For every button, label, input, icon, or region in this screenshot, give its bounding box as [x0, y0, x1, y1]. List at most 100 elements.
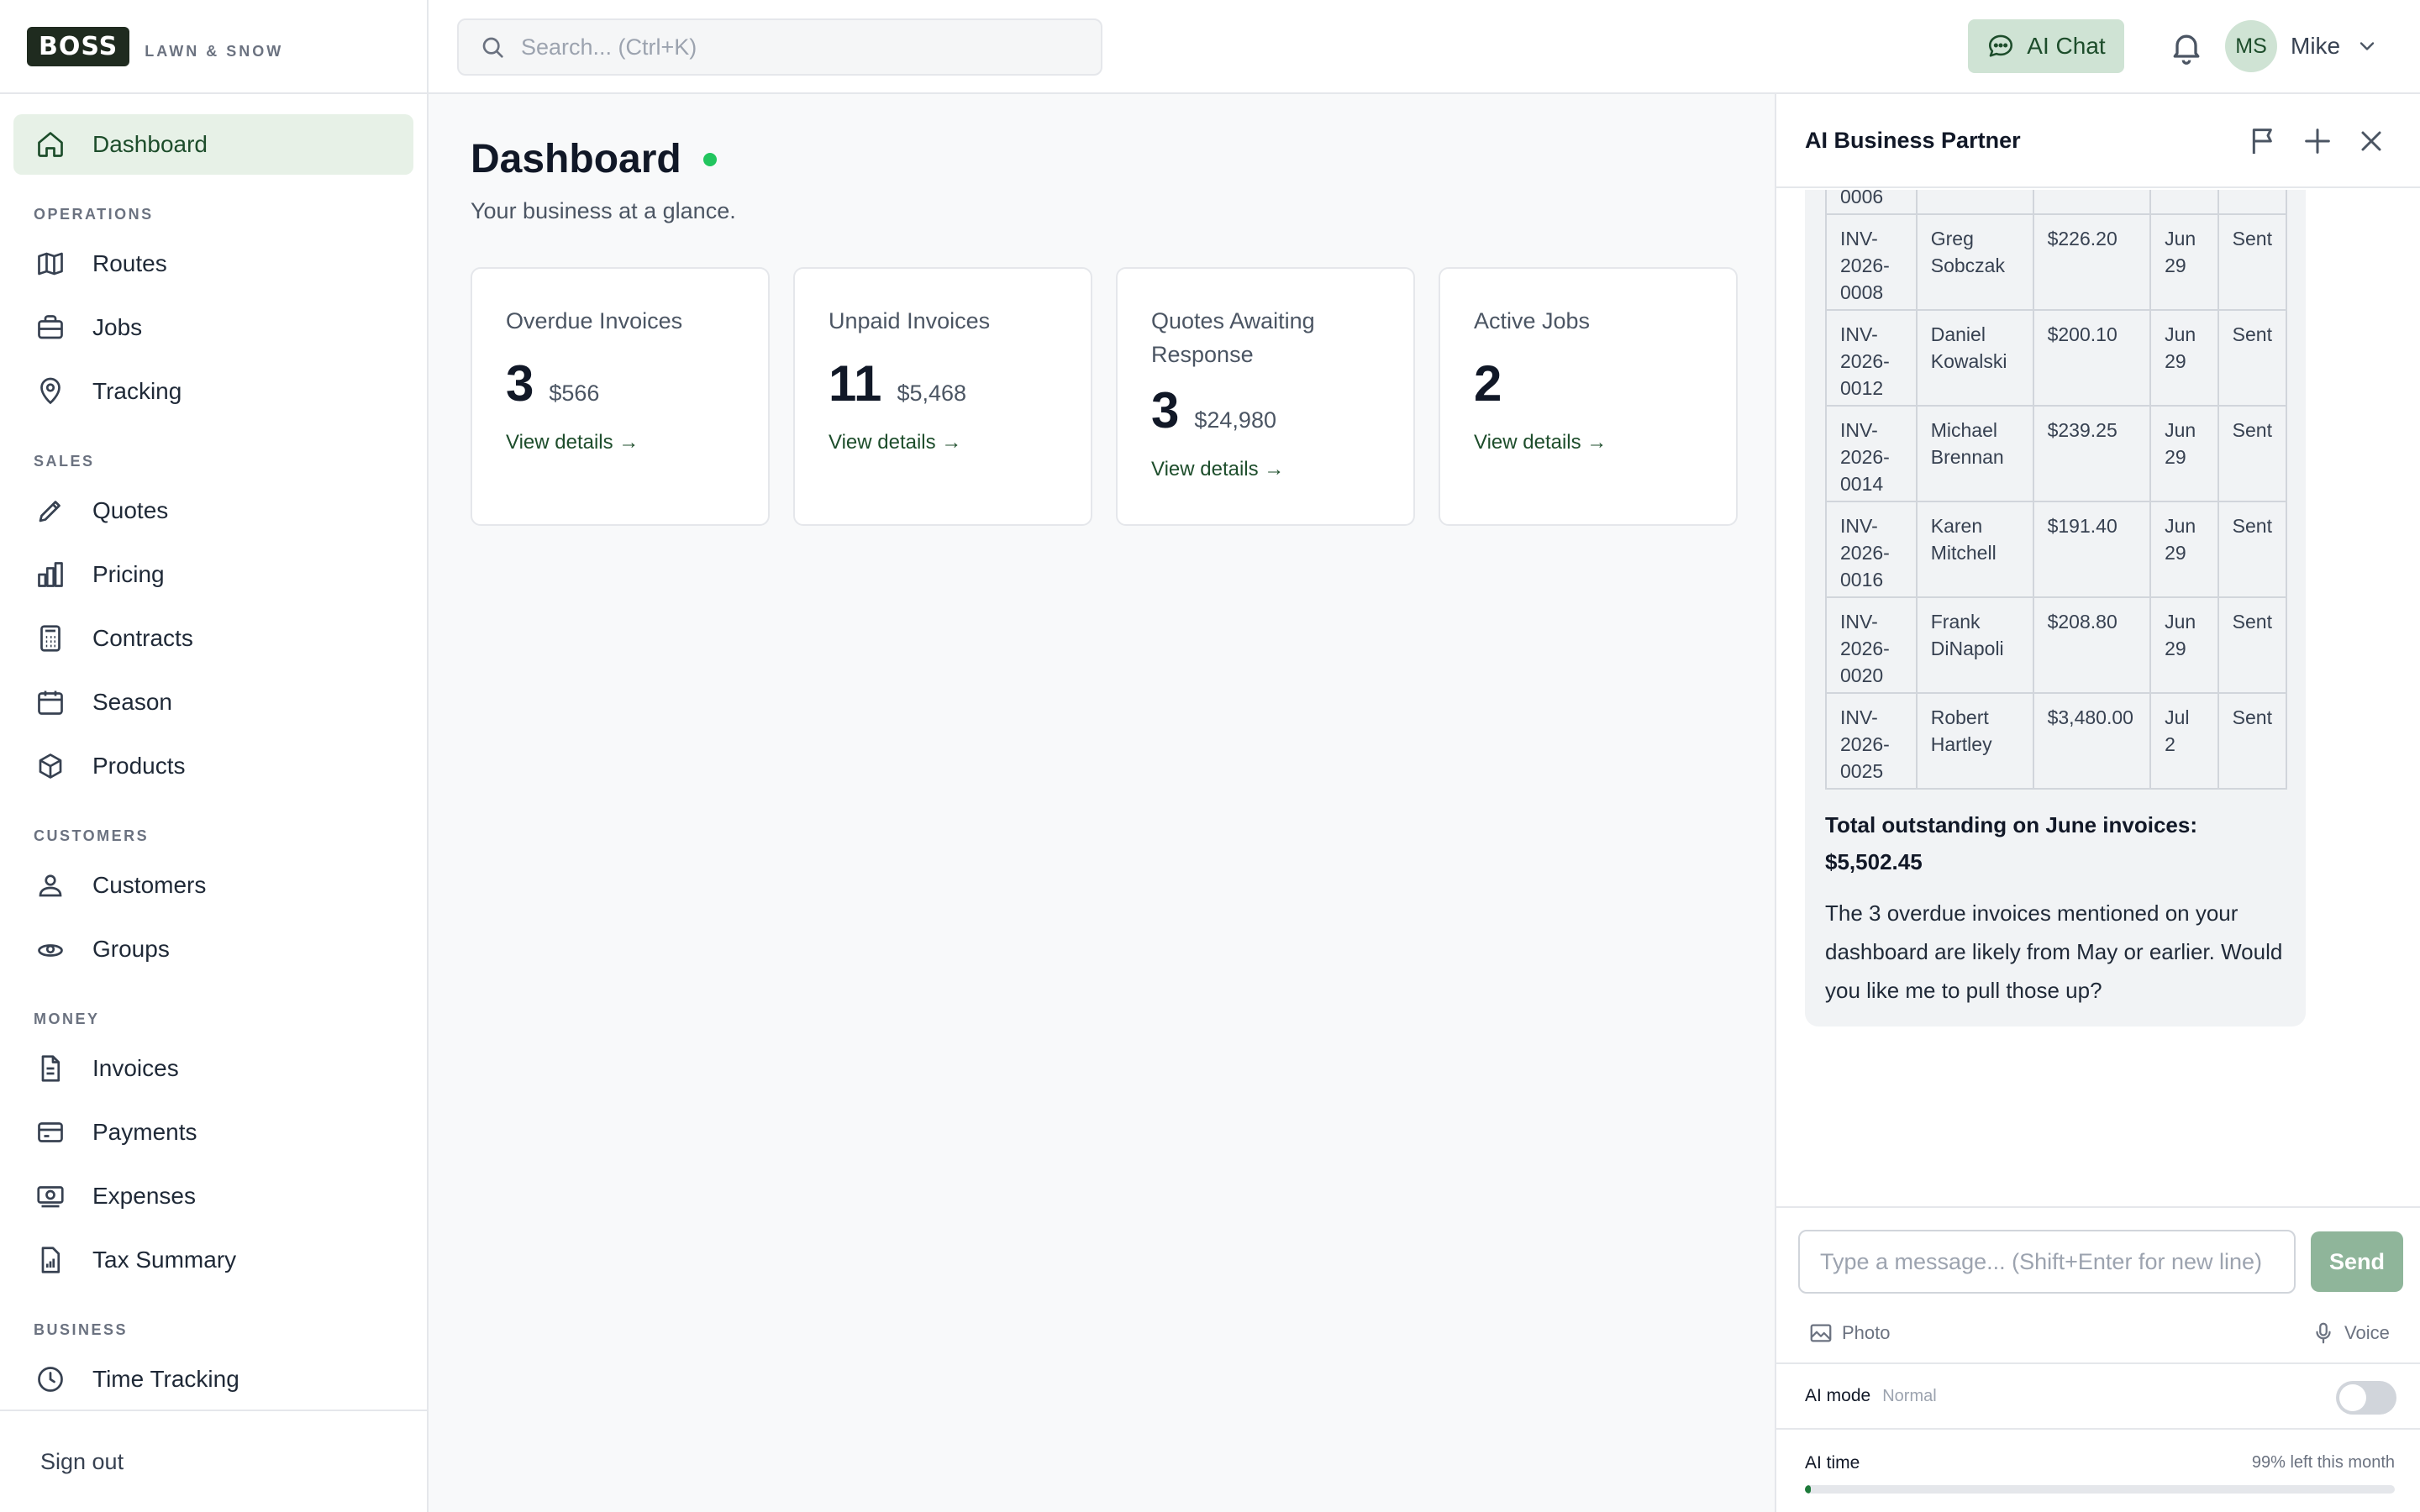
ai-chat-button[interactable]: AI Chat	[1968, 19, 2124, 73]
view-details-link[interactable]: View details →	[829, 431, 1057, 454]
sidebar-item-products[interactable]: Products	[13, 736, 413, 796]
send-button[interactable]: Send	[2311, 1231, 2403, 1292]
customer-cell: Frank DiNapoli	[1915, 596, 2034, 694]
voice-button[interactable]: Voice	[2311, 1320, 2390, 1346]
card-label: Unpaid Invoices	[829, 308, 991, 333]
map-icon	[38, 252, 63, 276]
card-value: 3	[506, 355, 534, 412]
plus-icon[interactable]	[2301, 124, 2334, 158]
sidebar-item-label: Tax Summary	[92, 1247, 237, 1273]
amount-cell: $226.20	[2032, 213, 2152, 311]
status-cell: Sent	[2217, 596, 2288, 694]
sidebar-item-tax-summary[interactable]: Tax Summary	[13, 1230, 413, 1290]
brand[interactable]: BOSS LAWN & SNOW	[0, 0, 427, 94]
table-row: INV-2026-0016 Karen Mitchell $191.40 Jun 29…	[1825, 501, 2288, 598]
page-title-row: Dashboard	[471, 136, 717, 182]
sidebar-item-time-tracking[interactable]: Time Tracking	[13, 1349, 413, 1410]
invoice-number-cell: INV-2026-0014	[1825, 405, 1918, 502]
card-amount: $566	[549, 381, 600, 406]
sidebar-item-customers[interactable]: Customers	[13, 855, 413, 916]
stat-card-overdue-invoices: Overdue Invoices 3 $566 View details →	[471, 267, 770, 526]
brand-tagline: LAWN & SNOW	[145, 42, 284, 60]
amount-cell: $174.00	[2032, 190, 2152, 215]
sidebar-item-label: Jobs	[92, 314, 143, 340]
sign-out-link[interactable]: Sign out	[0, 1410, 427, 1512]
page-title: Dashboard	[471, 137, 681, 181]
sidebar-item-label: Expenses	[92, 1183, 196, 1209]
message-composer: Send Photo Voice	[1776, 1206, 2420, 1362]
status-cell: Sent	[2217, 501, 2288, 598]
flag-icon[interactable]	[2247, 124, 2281, 158]
image-icon	[1810, 1324, 1832, 1342]
sidebar-item-label: Season	[92, 689, 172, 715]
ai-chat-label: AI Chat	[2027, 33, 2106, 59]
sidebar-item-contracts[interactable]: Contracts	[13, 608, 413, 669]
card-value: 3	[1151, 382, 1180, 438]
sidebar-item-payments[interactable]: Payments	[13, 1102, 413, 1163]
sidebar-item-label: Contracts	[92, 625, 193, 651]
invoice-number-cell: INV-2026-0020	[1825, 596, 1918, 694]
section-sales: SALES	[34, 453, 95, 470]
pencil-icon	[39, 501, 60, 522]
ai-time-label: AI time	[1805, 1453, 1860, 1473]
date-cell: Jun 29	[2149, 190, 2219, 215]
sidebar-item-season[interactable]: Season	[13, 672, 413, 732]
view-details-link[interactable]: View details →	[506, 431, 734, 454]
sidebar-item-label: Quotes	[92, 497, 169, 523]
chevron-down-icon	[2360, 42, 2375, 50]
card-amount: $24,980	[1194, 407, 1276, 433]
total-outstanding: Total outstanding on June invoices: $5,5…	[1825, 812, 2197, 874]
sidebar-item-routes[interactable]: Routes	[13, 234, 413, 294]
ai-mode-toggle[interactable]	[2336, 1381, 2396, 1415]
amount-cell: $208.80	[2032, 596, 2152, 694]
briefcase-icon	[38, 315, 63, 339]
sidebar-item-label: Routes	[92, 250, 167, 276]
sidebar-item-label: Pricing	[92, 561, 165, 587]
status-cell: Sent	[2217, 692, 2288, 790]
ai-message-text: The 3 overdue invoices mentioned on your…	[1825, 900, 2283, 1003]
close-icon[interactable]	[2354, 124, 2388, 158]
sidebar-item-label: Products	[92, 753, 186, 779]
status-cell: Sent	[2217, 309, 2288, 407]
user-menu[interactable]: MS Mike	[2225, 20, 2379, 72]
sidebar-item-dashboard[interactable]: Dashboard	[13, 114, 413, 175]
table-row: INV-2026-0012 Daniel Kowalski $200.10 Jun 2…	[1825, 309, 2288, 407]
card-value: 2	[1474, 355, 1502, 412]
card-label: Overdue Invoices	[506, 308, 683, 333]
ai-mode-label: AI mode	[1805, 1386, 1871, 1405]
brand-logo: BOSS	[27, 26, 130, 66]
ai-time-meter-fill	[1805, 1485, 1812, 1494]
photo-button[interactable]: Photo	[1808, 1320, 1891, 1346]
view-details-link[interactable]: View details →	[1474, 431, 1702, 454]
sidebar-item-expenses[interactable]: Expenses	[13, 1166, 413, 1226]
search-box[interactable]	[457, 18, 1102, 76]
sidebar-item-jobs[interactable]: Jobs	[13, 297, 413, 358]
section-customers: CUSTOMERS	[34, 827, 150, 844]
sidebar-item-invoices[interactable]: Invoices	[13, 1038, 413, 1099]
customer-cell: Robert Hartley	[1915, 692, 2034, 790]
table-row: INV-2026-0025 Robert Hartley $3,480.00 Jul …	[1825, 692, 2288, 790]
sidebar-item-tracking[interactable]: Tracking	[13, 361, 413, 422]
sidebar-item-groups[interactable]: Groups	[13, 919, 413, 979]
sidebar-item-quotes[interactable]: Quotes	[13, 480, 413, 541]
page-subtitle: Your business at a glance.	[471, 198, 736, 223]
table-row: INV-2026-0008 Greg Sobczak $226.20 Jun 29 Se…	[1825, 213, 2288, 311]
bell-icon[interactable]	[2168, 29, 2205, 66]
message-input[interactable]	[1798, 1230, 2296, 1294]
table-row: INV-2026-0006Tom Genovese$174.00Jun 29Se…	[1825, 190, 2288, 215]
search-icon	[482, 37, 503, 58]
sidebar-item-label: Time Tracking	[92, 1366, 239, 1392]
sidebar: BOSS LAWN & SNOW Dashboard OPERATIONS Ro…	[0, 0, 429, 1512]
view-details-link[interactable]: View details →	[1151, 458, 1380, 481]
sidebar-item-pricing[interactable]: Pricing	[13, 544, 413, 605]
banknote-icon	[37, 1186, 64, 1208]
date-cell: Jun 29	[2149, 405, 2219, 502]
ai-time-remaining: 99% left this month	[2251, 1453, 2395, 1472]
box-icon	[39, 753, 62, 779]
document-icon	[41, 1055, 60, 1082]
ai-time-row: AI time 99% left this month	[1776, 1428, 2420, 1512]
search-input[interactable]	[521, 34, 1059, 60]
ai-message-bubble: INV-2026-0004Jennifer Walsh$182.70Jun 29…	[1805, 190, 2306, 1026]
amount-cell: $200.10	[2032, 309, 2152, 407]
ai-message-list[interactable]: INV-2026-0004Jennifer Walsh$182.70Jun 29…	[1776, 190, 2420, 1300]
